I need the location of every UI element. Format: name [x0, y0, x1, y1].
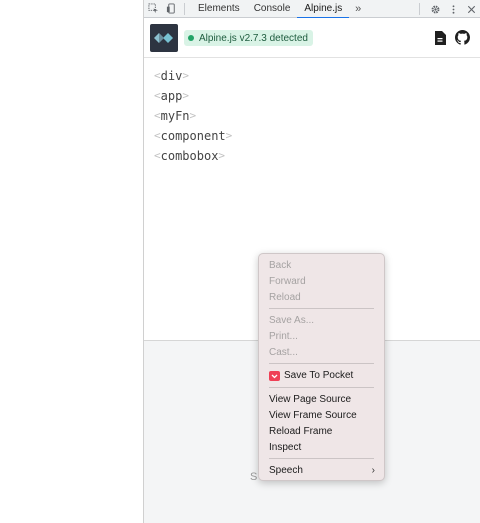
toolbar-divider: [419, 3, 420, 15]
menu-divider: [269, 363, 374, 364]
tree-item[interactable]: < myFn >: [154, 106, 232, 126]
menu-item-speech[interactable]: Speech: [269, 464, 303, 478]
menu-item-save-to-pocket[interactable]: Save To Pocket: [284, 369, 353, 383]
open-bracket: <: [154, 149, 161, 162]
close-bracket: >: [189, 109, 197, 122]
more-tabs-icon[interactable]: »: [349, 0, 367, 18]
tree-item-label: div: [160, 69, 183, 83]
open-bracket: <: [154, 109, 161, 122]
open-bracket: <: [154, 129, 161, 142]
menu-item-forward[interactable]: Forward: [269, 275, 306, 289]
tree-item[interactable]: < combobox >: [154, 146, 232, 166]
close-bracket: >: [182, 69, 189, 82]
menu-item-view-frame-source[interactable]: View Frame Source: [269, 409, 357, 423]
close-bracket: >: [218, 149, 226, 162]
toolbar-right-group: [415, 0, 480, 18]
device-toggle-icon[interactable]: [162, 0, 180, 18]
menu-item-reload-frame[interactable]: Reload Frame: [269, 425, 332, 439]
inspected-page-area: [0, 0, 144, 523]
tree-item[interactable]: < app >: [154, 86, 232, 106]
context-menu: Back Forward Reload Save As... Print... …: [258, 253, 385, 481]
close-bracket: >: [182, 89, 189, 102]
gear-icon[interactable]: [426, 0, 444, 18]
pocket-icon: [269, 371, 280, 381]
menu-item-inspect[interactable]: Inspect: [269, 441, 301, 455]
inspect-element-icon[interactable]: [144, 0, 162, 18]
menu-item-view-page-source[interactable]: View Page Source: [269, 393, 351, 407]
tree-item-label: myFn: [160, 109, 190, 123]
header-links: [432, 30, 470, 45]
tree-item-label: combobox: [160, 149, 219, 163]
status-dot-icon: [188, 35, 194, 41]
alpine-logo-icon: [150, 24, 178, 52]
component-tree: < div > < app > < myFn > < component > < combobox…: [154, 66, 232, 166]
detected-label: Alpine.js v2.7.3 detected: [199, 32, 308, 44]
kebab-menu-icon[interactable]: [444, 0, 462, 18]
tab-elements[interactable]: Elements: [191, 0, 247, 18]
menu-item-print[interactable]: Print...: [269, 330, 298, 344]
menu-item-save-as[interactable]: Save As...: [269, 314, 314, 328]
menu-item-cast[interactable]: Cast...: [269, 346, 298, 360]
menu-item-reload[interactable]: Reload: [269, 291, 301, 305]
alpine-devtools-header: Alpine.js v2.7.3 detected: [144, 18, 480, 58]
close-bracket: >: [225, 129, 233, 142]
tree-item-label: component: [160, 129, 226, 143]
devtools-toolbar: Elements Console Alpine.js »: [144, 0, 480, 19]
toolbar-divider: [184, 2, 185, 15]
menu-divider: [269, 387, 374, 388]
open-bracket: <: [154, 89, 161, 102]
tab-alpinejs[interactable]: Alpine.js: [297, 0, 350, 19]
menu-divider: [269, 458, 374, 459]
tree-item[interactable]: < component >: [154, 126, 232, 146]
menu-item-back[interactable]: Back: [269, 259, 291, 273]
tab-console[interactable]: Console: [247, 0, 298, 18]
open-bracket: <: [154, 69, 161, 82]
tree-item-label: app: [160, 89, 183, 103]
menu-divider: [269, 308, 374, 309]
document-icon[interactable]: [432, 30, 447, 45]
close-icon[interactable]: [462, 0, 480, 18]
details-placeholder-text: S: [250, 471, 258, 483]
github-icon[interactable]: [455, 30, 470, 45]
tree-item[interactable]: < div >: [154, 66, 232, 86]
detected-version-badge: Alpine.js v2.7.3 detected: [184, 30, 313, 46]
submenu-chevron-icon: ›: [371, 465, 375, 476]
